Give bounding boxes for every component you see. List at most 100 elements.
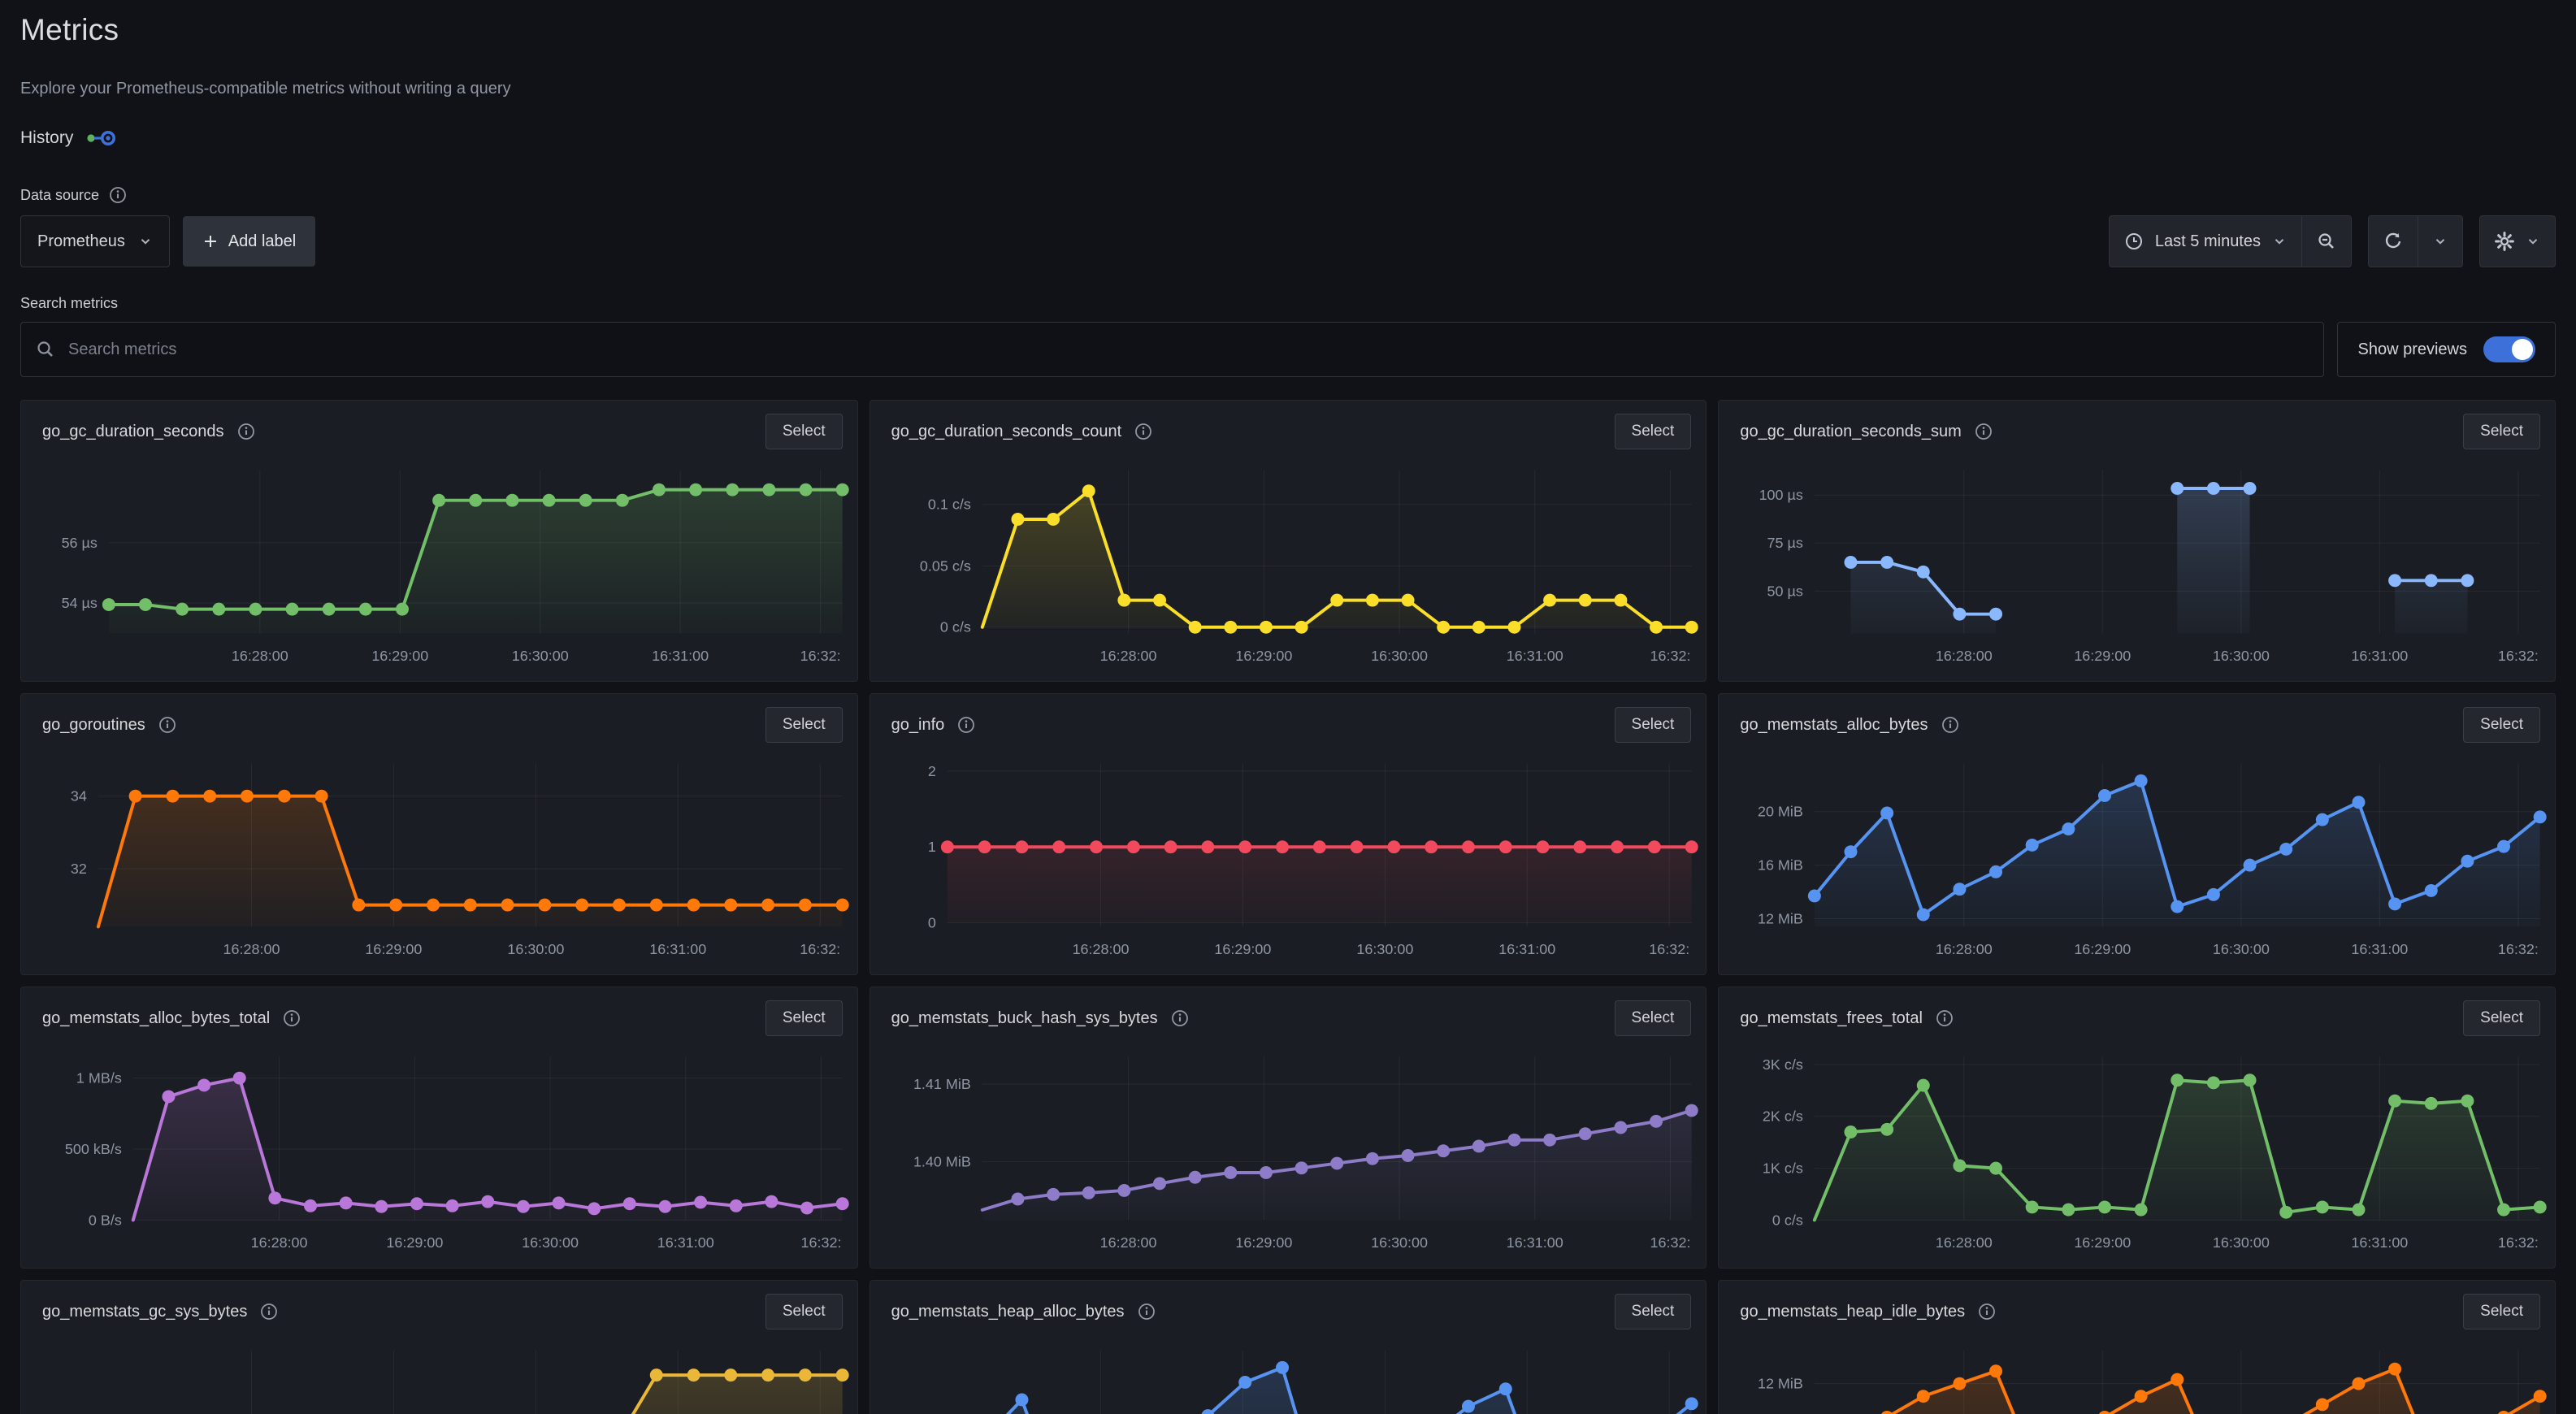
panel-title: go_info (891, 716, 945, 735)
metric-panel: 16:28:0016:29:0016:30:0016:31:0016:32:go… (20, 1280, 858, 1414)
info-icon[interactable] (237, 423, 255, 440)
select-button[interactable]: Select (2463, 1000, 2540, 1036)
panel-title: go_memstats_heap_idle_bytes (1740, 1303, 1965, 1321)
svg-text:32: 32 (71, 861, 87, 877)
history-label: History (20, 128, 73, 148)
panel-title: go_memstats_heap_alloc_bytes (891, 1303, 1125, 1321)
svg-text:16:32:: 16:32: (800, 941, 840, 957)
search-label: Search metrics (20, 295, 2556, 312)
panel-header: go_gc_duration_seconds_sum Select (1719, 401, 2555, 449)
select-button[interactable]: Select (1615, 1294, 1692, 1329)
metric-panel: 16:28:0016:29:0016:30:0016:31:0016:32:0 … (20, 987, 858, 1269)
plus-icon (202, 233, 219, 249)
datasource-row: Data source (20, 186, 2556, 204)
info-icon[interactable] (260, 1303, 278, 1321)
info-icon[interactable] (283, 1009, 301, 1027)
panel-header: go_memstats_buck_hash_sys_bytes Select (870, 987, 1706, 1036)
svg-text:2K c/s: 2K c/s (1763, 1108, 1803, 1125)
svg-text:16:29:00: 16:29:00 (1235, 1234, 1292, 1251)
svg-text:16:29:00: 16:29:00 (386, 1234, 443, 1251)
svg-text:1.41 MiB: 1.41 MiB (913, 1076, 971, 1092)
info-icon[interactable] (1975, 423, 1993, 440)
svg-text:16:29:00: 16:29:00 (371, 648, 428, 664)
svg-text:16:28:00: 16:28:00 (1936, 941, 1993, 957)
zoom-out-icon (2317, 232, 2336, 251)
refresh-interval-dropdown[interactable] (2418, 216, 2462, 267)
select-button[interactable]: Select (1615, 707, 1692, 743)
panel-title: go_memstats_alloc_bytes (1740, 716, 1928, 735)
svg-text:1 MB/s: 1 MB/s (76, 1070, 122, 1087)
info-icon[interactable] (1138, 1303, 1156, 1321)
info-icon[interactable] (1134, 423, 1152, 440)
panel-header: go_gc_duration_seconds_countSelect (870, 401, 1706, 449)
svg-text:1: 1 (928, 839, 936, 855)
svg-text:16:30:00: 16:30:00 (1371, 1234, 1428, 1251)
panel-title: go_gc_duration_seconds (42, 423, 224, 441)
svg-text:16:30:00: 16:30:00 (2213, 941, 2270, 957)
select-button[interactable]: Select (2463, 707, 2540, 743)
time-controls-group: Last 5 minutes (2109, 215, 2352, 267)
gear-icon (2495, 232, 2514, 251)
svg-text:16:28:00: 16:28:00 (1072, 941, 1129, 957)
svg-text:16:30:00: 16:30:00 (1371, 648, 1428, 664)
panel-header: go_gc_duration_seconds Select (21, 401, 857, 449)
time-range-label: Last 5 minutes (2155, 232, 2261, 251)
svg-text:0: 0 (928, 915, 936, 931)
datasource-label: Data source (20, 187, 99, 204)
history-toggle-icon[interactable] (86, 128, 117, 149)
metric-panel: 16:28:0016:29:0016:30:0016:31:0016:32:32… (20, 693, 858, 975)
svg-text:16:29:00: 16:29:00 (2075, 1234, 2131, 1251)
info-icon[interactable] (1171, 1009, 1189, 1027)
panel-title: go_goroutines (42, 716, 145, 735)
svg-text:500 kB/s: 500 kB/s (65, 1141, 122, 1157)
info-icon[interactable] (1936, 1009, 1954, 1027)
select-button[interactable]: Select (765, 414, 843, 449)
add-label-button[interactable]: Add label (183, 216, 315, 267)
select-button[interactable]: Select (765, 1000, 843, 1036)
svg-text:16:30:00: 16:30:00 (522, 1234, 579, 1251)
time-range-picker[interactable]: Last 5 minutes (2110, 216, 2301, 267)
datasource-picker[interactable]: Prometheus (20, 215, 170, 267)
select-button[interactable]: Select (765, 1294, 843, 1329)
svg-text:16:31:00: 16:31:00 (2352, 648, 2409, 664)
info-icon[interactable] (957, 716, 975, 734)
metric-panel: 16:28:0016:29:0016:30:0016:31:0016:32:54… (20, 400, 858, 682)
search-input[interactable] (67, 340, 2309, 360)
select-button[interactable]: Select (1615, 414, 1692, 449)
search-row: Show previews (20, 322, 2556, 377)
metric-panel: 16:28:0016:29:0016:30:0016:31:0016:32:50… (1718, 400, 2556, 682)
svg-text:16:31:00: 16:31:00 (652, 648, 709, 664)
metric-panel: 16:28:0016:29:0016:30:0016:31:0016:32:12… (1718, 693, 2556, 975)
svg-text:1.40 MiB: 1.40 MiB (913, 1154, 971, 1170)
chevron-down-icon (2526, 234, 2540, 249)
svg-text:56 µs: 56 µs (62, 535, 98, 551)
svg-text:16:28:00: 16:28:00 (251, 1234, 308, 1251)
settings-button[interactable] (2480, 216, 2555, 267)
chevron-down-icon (138, 234, 153, 249)
info-icon[interactable] (1978, 1303, 1996, 1321)
select-button[interactable]: Select (765, 707, 843, 743)
select-button[interactable]: Select (2463, 414, 2540, 449)
show-previews-toggle[interactable] (2483, 336, 2535, 362)
zoom-out-button[interactable] (2301, 216, 2351, 267)
datasource-value: Prometheus (37, 232, 125, 251)
controls-row: Prometheus Add label Last 5 minutes (20, 215, 2556, 267)
panel-title: go_memstats_buck_hash_sys_bytes (891, 1009, 1158, 1028)
panel-title: go_gc_duration_seconds_sum (1740, 423, 1961, 441)
panel-header: go_memstats_gc_sys_bytesSelect (21, 1281, 857, 1329)
info-icon[interactable] (109, 186, 127, 204)
refresh-button[interactable] (2369, 216, 2418, 267)
select-button[interactable]: Select (1615, 1000, 1692, 1036)
panel-header: go_memstats_heap_idle_bytes Select (1719, 1281, 2555, 1329)
refresh-icon (2383, 232, 2403, 251)
svg-text:16:29:00: 16:29:00 (2075, 941, 2131, 957)
info-icon[interactable] (158, 716, 176, 734)
panel-header: go_memstats_frees_totalSelect (1719, 987, 2555, 1036)
show-previews-label: Show previews (2357, 340, 2467, 359)
svg-text:16:32:: 16:32: (800, 648, 841, 664)
svg-text:0 c/s: 0 c/s (1772, 1212, 1803, 1228)
info-icon[interactable] (1941, 716, 1959, 734)
svg-text:16:31:00: 16:31:00 (657, 1234, 714, 1251)
select-button[interactable]: Select (2463, 1294, 2540, 1329)
svg-text:16:30:00: 16:30:00 (2213, 648, 2270, 664)
